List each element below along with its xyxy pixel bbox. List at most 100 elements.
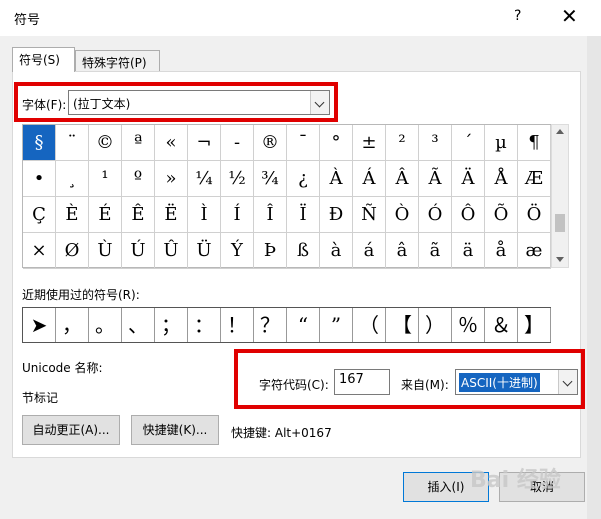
recent-symbol-cell[interactable]: ＆ (485, 308, 518, 342)
symbol-cell[interactable]: - (221, 125, 254, 161)
symbol-cell[interactable]: ¿ (287, 161, 320, 197)
recent-symbol-cell[interactable]: ： (188, 308, 221, 342)
recent-symbols[interactable]: ➤，。、；：！？ “” （【）％＆】 (22, 307, 551, 343)
symbol-cell[interactable]: ä (452, 233, 485, 269)
recent-symbol-cell[interactable]: ➤ (23, 308, 56, 342)
recent-symbol-cell[interactable]: 、 (122, 308, 155, 342)
symbol-cell[interactable]: Ú (122, 233, 155, 269)
symbol-cell[interactable]: â (386, 233, 419, 269)
symbol-cell[interactable]: º (122, 161, 155, 197)
recent-symbols-label: 近期使用过的符号(R): (22, 288, 140, 302)
symbol-cell[interactable]: Ñ (353, 197, 386, 233)
symbol-cell[interactable]: ¸ (56, 161, 89, 197)
recent-symbol-cell[interactable]: “ (287, 308, 320, 342)
symbol-cell[interactable]: È (56, 197, 89, 233)
symbol-cell[interactable]: Ô (452, 197, 485, 233)
symbol-cell[interactable]: Ö (518, 197, 551, 233)
recent-symbol-cell[interactable]: 】 (518, 308, 551, 342)
symbol-cell[interactable]: Õ (485, 197, 518, 233)
symbol-cell[interactable]: Ê (122, 197, 155, 233)
symbol-cell[interactable]: Ä (452, 161, 485, 197)
recent-symbol-cell[interactable]: ！ (221, 308, 254, 342)
symbol-cell[interactable]: Î (254, 197, 287, 233)
symbol-cell[interactable]: æ (518, 233, 551, 269)
font-select-value: (拉丁文本) (73, 97, 131, 111)
symbol-cell[interactable]: ß (287, 233, 320, 269)
symbol-grid-scrollbar[interactable] (551, 124, 569, 268)
symbol-cell[interactable]: Ù (89, 233, 122, 269)
recent-symbol-cell[interactable]: ？ (254, 308, 287, 342)
symbol-cell[interactable]: ¶ (518, 125, 551, 161)
symbol-cell[interactable]: Ç (23, 197, 56, 233)
symbol-cell[interactable]: × (23, 233, 56, 269)
chevron-down-icon[interactable] (558, 370, 577, 394)
symbol-cell[interactable]: ¨ (56, 125, 89, 161)
symbol-cell[interactable]: É (89, 197, 122, 233)
scroll-up-icon[interactable] (556, 129, 564, 134)
symbol-cell[interactable]: Á (353, 161, 386, 197)
symbol-cell[interactable]: ´ (452, 125, 485, 161)
symbol-cell[interactable]: © (89, 125, 122, 161)
font-select[interactable]: (拉丁文本) (68, 90, 330, 115)
symbol-cell[interactable]: Ü (188, 233, 221, 269)
recent-symbol-cell[interactable]: （ (353, 308, 386, 342)
symbol-cell[interactable]: Å (485, 161, 518, 197)
from-select[interactable]: ASCII(十进制) (455, 369, 578, 395)
symbol-cell[interactable]: Þ (254, 233, 287, 269)
scroll-thumb[interactable] (555, 214, 565, 232)
close-button[interactable]: ✕ (561, 4, 578, 28)
symbol-cell[interactable]: ã (419, 233, 452, 269)
symbol-cell[interactable]: Ï (287, 197, 320, 233)
symbol-cell[interactable]: ª (122, 125, 155, 161)
symbol-cell[interactable]: Â (386, 161, 419, 197)
symbol-cell[interactable]: Ë (155, 197, 188, 233)
scroll-down-icon[interactable] (556, 257, 564, 262)
symbol-cell[interactable]: Ó (419, 197, 452, 233)
recent-symbol-cell[interactable]: 。 (89, 308, 122, 342)
symbol-cell[interactable]: Ý (221, 233, 254, 269)
recent-symbol-cell[interactable]: ， (56, 308, 89, 342)
symbol-cell[interactable]: ¯ (287, 125, 320, 161)
symbol-cell[interactable]: § (23, 125, 56, 161)
char-code-label: 字符代码(C): (259, 378, 329, 392)
symbol-cell[interactable]: ® (254, 125, 287, 161)
symbol-cell[interactable]: « (155, 125, 188, 161)
symbol-cell[interactable]: ¾ (254, 161, 287, 197)
tab-symbols[interactable]: 符号(S) (12, 47, 75, 72)
symbol-cell[interactable]: Ð (320, 197, 353, 233)
symbol-cell[interactable]: ¬ (188, 125, 221, 161)
symbol-cell[interactable]: • (23, 161, 56, 197)
autocorrect-button[interactable]: 自动更正(A)... (22, 415, 120, 445)
symbol-cell[interactable]: ¼ (188, 161, 221, 197)
symbol-grid[interactable]: § ¨ © ª «¬ - ® ¯ ° ± ² ³ ´ µ ¶ • ¸ ¹ º» ¼ ½ ¾ ¿ À Á Â Ã Ä Å Æ Ç È É Ê Ë Ì Í Î… (22, 124, 551, 269)
symbol-cell[interactable]: À (320, 161, 353, 197)
shortcut-key-button[interactable]: 快捷键(K)... (131, 415, 219, 445)
symbol-cell[interactable]: ³ (419, 125, 452, 161)
symbol-cell[interactable]: ± (353, 125, 386, 161)
recent-symbol-cell[interactable]: ） (419, 308, 452, 342)
symbol-cell[interactable]: Û (155, 233, 188, 269)
tab-special-characters[interactable]: 特殊字符(P) (75, 50, 160, 72)
symbol-cell[interactable]: Ã (419, 161, 452, 197)
recent-symbol-cell[interactable]: ％ (452, 308, 485, 342)
chevron-down-icon[interactable] (310, 91, 329, 114)
symbol-cell[interactable]: ¹ (89, 161, 122, 197)
symbol-cell[interactable]: å (485, 233, 518, 269)
symbol-cell[interactable]: µ (485, 125, 518, 161)
symbol-cell[interactable]: Ò (386, 197, 419, 233)
symbol-cell[interactable]: à (320, 233, 353, 269)
recent-symbol-cell[interactable]: ； (155, 308, 188, 342)
symbol-cell[interactable]: » (155, 161, 188, 197)
recent-symbol-cell[interactable]: ” (320, 308, 353, 342)
symbol-cell[interactable]: Ø (56, 233, 89, 269)
char-code-input[interactable]: 167 (334, 369, 390, 395)
symbol-cell[interactable]: ½ (221, 161, 254, 197)
recent-symbol-cell[interactable]: 【 (386, 308, 419, 342)
symbol-cell[interactable]: Í (221, 197, 254, 233)
symbol-cell[interactable]: Æ (518, 161, 551, 197)
symbol-cell[interactable]: ² (386, 125, 419, 161)
symbol-cell[interactable]: Ì (188, 197, 221, 233)
symbol-cell[interactable]: á (353, 233, 386, 269)
symbol-cell[interactable]: ° (320, 125, 353, 161)
help-button[interactable]: ? (514, 8, 521, 24)
